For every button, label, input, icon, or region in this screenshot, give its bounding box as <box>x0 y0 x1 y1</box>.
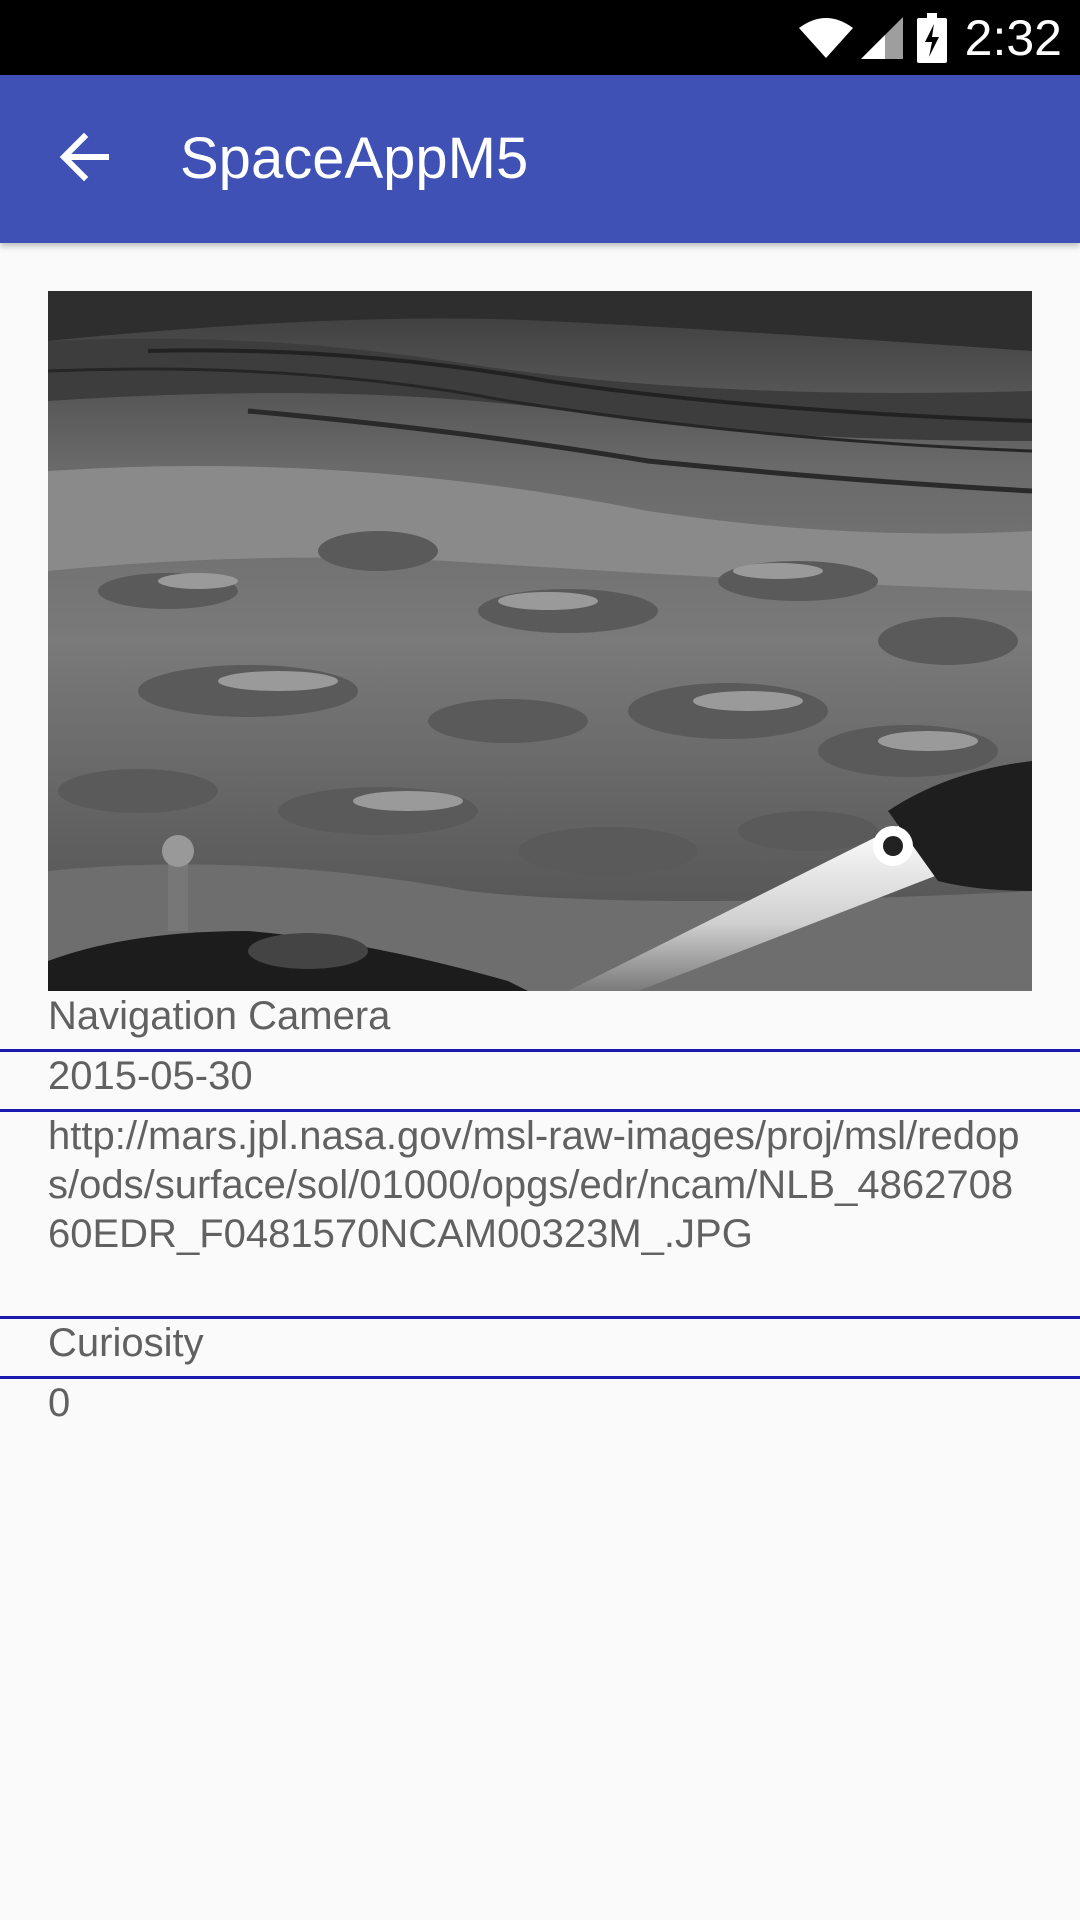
app-title: SpaceAppM5 <box>180 126 529 191</box>
status-clock: 2:32 <box>964 9 1062 66</box>
signal-icon <box>859 15 905 61</box>
extra-field: 0 <box>0 1379 1080 1428</box>
extra-value: 0 <box>48 1381 71 1425</box>
camera-field: Navigation Camera <box>0 992 1080 1041</box>
wifi-icon <box>797 16 855 60</box>
status-bar: 2:32 <box>0 0 1080 75</box>
rover-field: Curiosity <box>0 1319 1080 1368</box>
rover-name: Curiosity <box>48 1321 204 1365</box>
earth-date: 2015-05-30 <box>48 1054 253 1098</box>
back-button[interactable] <box>36 111 132 207</box>
mars-photo <box>48 291 1032 991</box>
arrow-left-icon <box>58 131 110 188</box>
app-bar: SpaceAppM5 <box>0 75 1080 243</box>
image-url: http://mars.jpl.nasa.gov/msl-raw-images/… <box>48 1114 1020 1256</box>
url-field: http://mars.jpl.nasa.gov/msl-raw-images/… <box>0 1112 1080 1259</box>
battery-charging-icon <box>916 12 947 63</box>
date-field: 2015-05-30 <box>0 1052 1080 1101</box>
status-icons: 2:32 <box>797 0 1062 75</box>
camera-name: Navigation Camera <box>48 994 391 1038</box>
